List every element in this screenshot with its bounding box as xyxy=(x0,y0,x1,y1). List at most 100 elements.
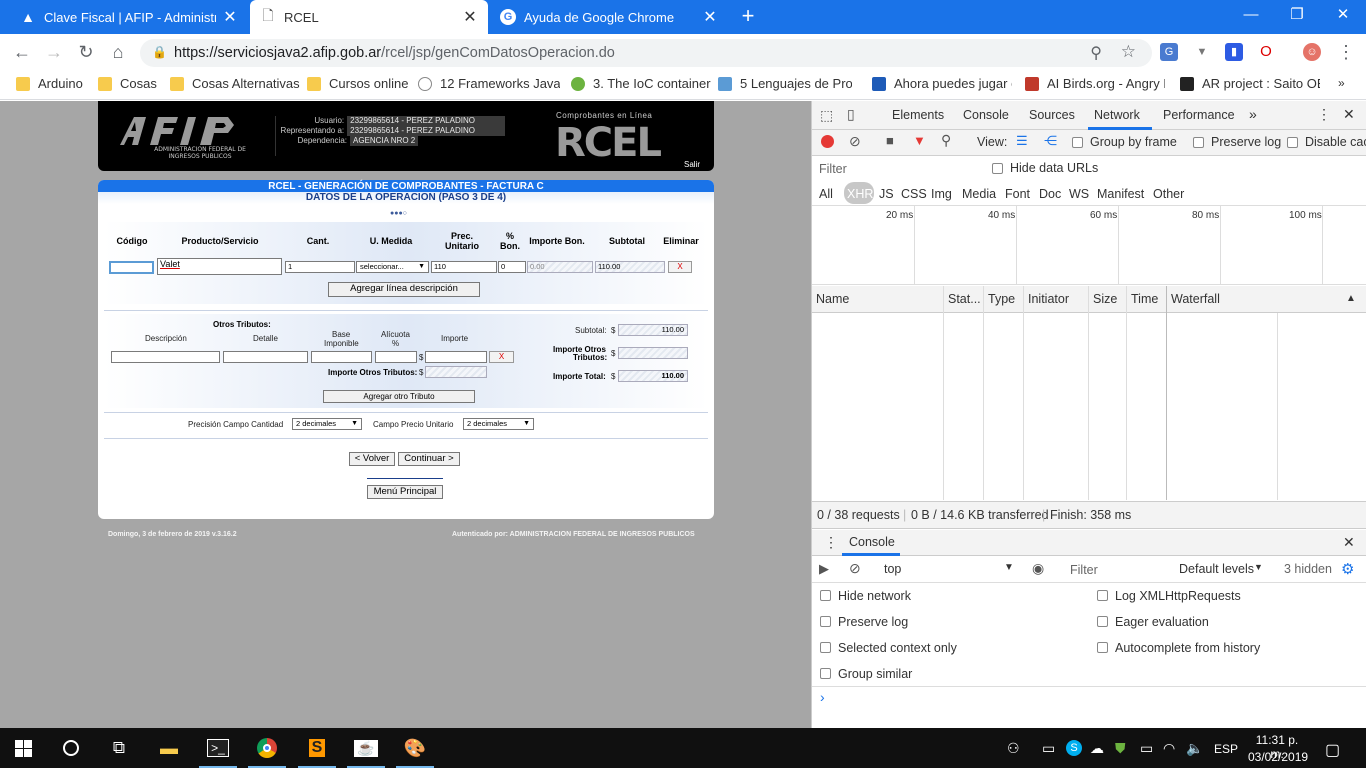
hide-network-checkbox[interactable] xyxy=(820,590,831,601)
console-prompt[interactable]: › xyxy=(820,689,825,705)
eye-icon[interactable]: ◉ xyxy=(1032,560,1044,577)
tab-chrome-help[interactable]: G Ayuda de Google Chrome ✕ xyxy=(490,0,728,34)
sidebar-toggle-icon[interactable]: ▶ xyxy=(819,561,829,577)
tributo-descripcion-input[interactable] xyxy=(111,351,220,363)
clock-date[interactable]: 03/02/2019 xyxy=(1248,750,1308,764)
menu-principal-button[interactable]: Menú Principal xyxy=(367,485,443,499)
type-img[interactable]: Img xyxy=(931,187,952,201)
col-name[interactable]: Name xyxy=(816,292,849,306)
cant-input[interactable]: 1 xyxy=(285,261,355,273)
bookmark-item[interactable]: 3. The IoC container xyxy=(571,76,711,91)
col-initiator[interactable]: Initiator xyxy=(1028,292,1069,306)
selected-context-checkbox[interactable] xyxy=(820,642,831,653)
tributo-alicuota-input[interactable] xyxy=(375,351,417,363)
windows-start-icon[interactable] xyxy=(0,728,46,768)
close-tab-icon[interactable]: ✕ xyxy=(222,7,238,27)
waterfall-view-icon[interactable]: ⋲ xyxy=(1044,133,1057,149)
group-by-frame-checkbox[interactable] xyxy=(1072,137,1083,148)
tab-console[interactable]: Console xyxy=(963,108,1009,122)
wifi-icon[interactable]: ◠ xyxy=(1163,740,1175,757)
more-tabs-icon[interactable]: » xyxy=(1249,106,1257,122)
type-manifest[interactable]: Manifest xyxy=(1097,187,1144,201)
continuar-button[interactable]: Continuar > xyxy=(398,452,460,466)
tab-network[interactable]: Network xyxy=(1094,108,1140,122)
action-center-icon[interactable]: ▢ xyxy=(1325,740,1340,760)
tab-elements[interactable]: Elements xyxy=(892,108,944,122)
bon-input[interactable]: 0 xyxy=(498,261,526,273)
add-tributo-button[interactable]: Agregar otro Tributo xyxy=(323,390,475,403)
prec-unitario-input[interactable]: 110 xyxy=(431,261,497,273)
chrome-icon[interactable] xyxy=(244,728,290,768)
hide-data-urls-checkbox[interactable] xyxy=(992,163,1003,174)
volume-icon[interactable]: 🔈 xyxy=(1186,740,1203,757)
bookmarks-overflow-icon[interactable]: » xyxy=(1338,76,1345,90)
disable-cache-checkbox[interactable] xyxy=(1287,137,1298,148)
levels-select[interactable]: Default levels xyxy=(1179,562,1254,576)
type-other[interactable]: Other xyxy=(1153,187,1184,201)
drawer-menu-icon[interactable]: ⋮ xyxy=(824,534,838,551)
bookmark-item[interactable]: 12 Frameworks Java, xyxy=(418,76,560,91)
network-filter-input[interactable]: Filter xyxy=(819,162,847,176)
device-toolbar-icon[interactable]: ▯ xyxy=(847,106,855,123)
preserve-log-checkbox[interactable] xyxy=(1193,137,1204,148)
bookmark-item[interactable]: AI Birds.org - Angry E xyxy=(1025,76,1165,91)
producto-textarea[interactable]: Valet xyxy=(157,258,282,275)
clear-console-icon[interactable]: ⊘ xyxy=(849,560,861,577)
console-filter-input[interactable]: Filter xyxy=(1070,563,1098,577)
bookmark-item[interactable]: Cursos online xyxy=(307,76,412,91)
type-css[interactable]: CSS xyxy=(901,187,927,201)
add-line-button[interactable]: Agregar línea descripción xyxy=(328,282,480,297)
context-select[interactable]: top xyxy=(884,562,901,576)
close-drawer-icon[interactable]: ✕ xyxy=(1343,534,1355,551)
avatar[interactable]: ☺ xyxy=(1303,43,1321,61)
eager-evaluation-checkbox[interactable] xyxy=(1097,616,1108,627)
bookmark-item[interactable]: 5 Lenguajes de Progr xyxy=(718,76,852,91)
filter-icon[interactable]: ▼ xyxy=(913,133,926,148)
address-bar[interactable]: 🔒 https://serviciosjava2.afip.gob.ar/rce… xyxy=(140,39,1152,67)
sublime-text-icon[interactable]: S xyxy=(294,728,340,768)
people-icon[interactable]: ⚇ xyxy=(1007,740,1020,757)
devtools-menu-icon[interactable]: ⋮ xyxy=(1317,106,1331,123)
type-media[interactable]: Media xyxy=(962,187,996,201)
tab-rcel[interactable]: 🗋 RCEL ✕ xyxy=(250,0,488,34)
tributo-importe-input[interactable] xyxy=(425,351,487,363)
battery-icon[interactable]: ▭ xyxy=(1140,740,1153,757)
type-doc[interactable]: Doc xyxy=(1039,187,1061,201)
precision-precio-select[interactable]: 2 decimales ▼ xyxy=(463,418,534,430)
record-icon[interactable] xyxy=(821,135,834,148)
language-indicator[interactable]: ESP xyxy=(1214,742,1238,756)
java-icon[interactable]: ☕ xyxy=(343,728,389,768)
list-view-icon[interactable]: ☰ xyxy=(1016,133,1028,149)
security-icon[interactable]: ⛊ xyxy=(1115,740,1126,757)
task-view-icon[interactable]: ⧉ xyxy=(96,728,142,768)
restore-button[interactable]: ❐ xyxy=(1274,0,1320,30)
translate-extension-icon[interactable]: G xyxy=(1160,43,1178,61)
delete-tributo-button[interactable]: X xyxy=(489,351,514,363)
extension-v-icon[interactable]: ▼ xyxy=(1193,43,1211,61)
bookmark-item[interactable]: AR project : Saito OB xyxy=(1180,76,1320,91)
forward-icon[interactable]: → xyxy=(42,41,66,63)
search-icon[interactable]: ⚲ xyxy=(941,132,951,149)
col-status[interactable]: Stat... xyxy=(948,292,981,306)
close-tab-icon[interactable]: ✕ xyxy=(702,7,718,27)
col-size[interactable]: Size xyxy=(1093,292,1117,306)
type-ws[interactable]: WS xyxy=(1069,187,1089,201)
salir-link[interactable]: Salir xyxy=(684,160,700,169)
camera-icon[interactable]: ■ xyxy=(886,133,894,148)
terminal-icon[interactable]: >_ xyxy=(195,728,241,768)
type-js[interactable]: JS xyxy=(879,187,894,201)
back-icon[interactable]: ← xyxy=(10,41,34,63)
delete-line-button[interactable]: X xyxy=(668,261,692,273)
bookmark-item[interactable]: Cosas xyxy=(98,76,168,91)
volver-button[interactable]: < Volver xyxy=(349,452,395,466)
bookmark-star-icon[interactable]: ☆ xyxy=(1121,42,1136,62)
clear-icon[interactable]: ⊘ xyxy=(849,133,861,150)
autocomplete-history-checkbox[interactable] xyxy=(1097,642,1108,653)
close-devtools-icon[interactable]: ✕ xyxy=(1343,106,1355,123)
close-tab-icon[interactable]: ✕ xyxy=(462,7,478,27)
type-all[interactable]: All xyxy=(819,187,833,201)
bookmark-item[interactable]: Arduino xyxy=(16,76,96,91)
sort-up-icon[interactable]: ▲ xyxy=(1346,293,1356,304)
paint-icon[interactable]: 🎨 xyxy=(392,728,438,768)
tributo-detalle-input[interactable] xyxy=(223,351,308,363)
